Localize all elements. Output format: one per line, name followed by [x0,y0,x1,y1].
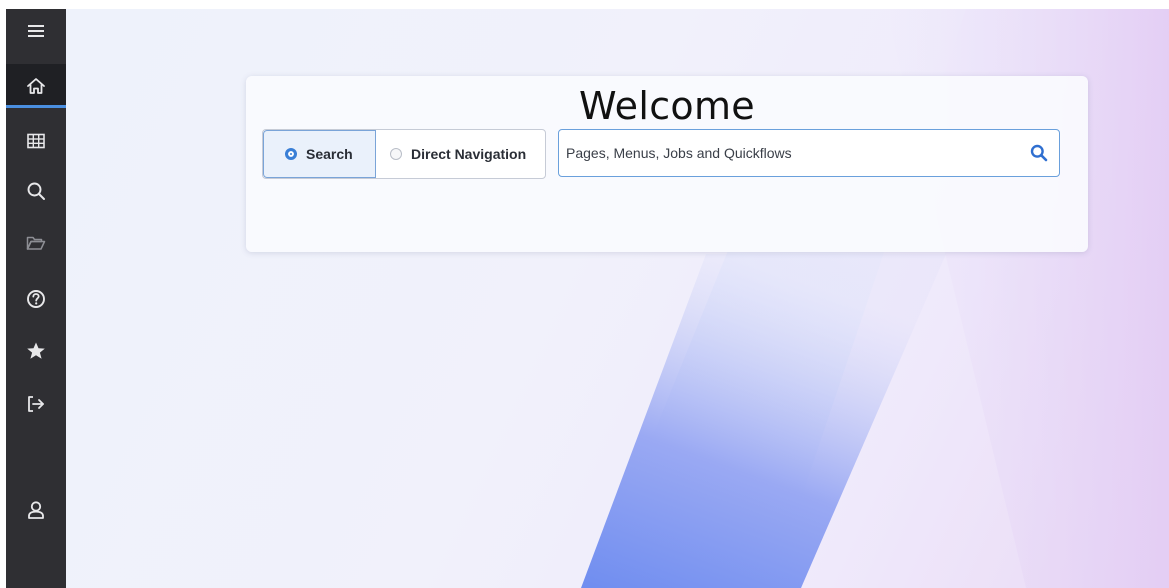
search-icon [27,182,45,200]
app-window: Welcome Search Direct Navigation [0,0,1169,588]
sidebar-item-profile[interactable] [6,488,66,532]
search-input[interactable] [559,130,1019,176]
user-icon [28,501,44,519]
direct-navigation-mode-label: Direct Navigation [411,146,527,162]
direct-navigation-mode-option[interactable]: Direct Navigation [376,130,545,178]
radio-unselected-icon [390,148,402,160]
folder-icon [26,236,46,250]
star-icon [27,342,45,359]
sidebar-item-files[interactable] [6,221,66,265]
sidebar-item-dashboard[interactable] [6,119,66,163]
hamburger-menu-icon [28,25,44,37]
sidebar [6,9,66,588]
search-mode-label: Search [306,146,353,162]
sidebar-item-sign-out[interactable] [6,382,66,426]
search-icon [1030,144,1048,162]
search-mode-option[interactable]: Search [263,130,376,178]
sidebar-item-favorites[interactable] [6,329,66,373]
search-field [558,129,1060,177]
menu-button[interactable] [6,9,66,53]
help-icon [27,290,45,308]
grid-icon [27,133,45,149]
search-button[interactable] [1027,141,1051,165]
radio-selected-icon [285,148,297,160]
search-mode-toggle: Search Direct Navigation [262,129,546,179]
sign-out-icon [28,396,44,412]
page-title: Welcome [579,84,755,128]
home-icon [27,78,45,94]
sidebar-item-help[interactable] [6,277,66,321]
sidebar-item-home[interactable] [6,64,66,108]
welcome-card: Welcome Search Direct Navigation [246,76,1088,252]
sidebar-item-search[interactable] [6,169,66,213]
